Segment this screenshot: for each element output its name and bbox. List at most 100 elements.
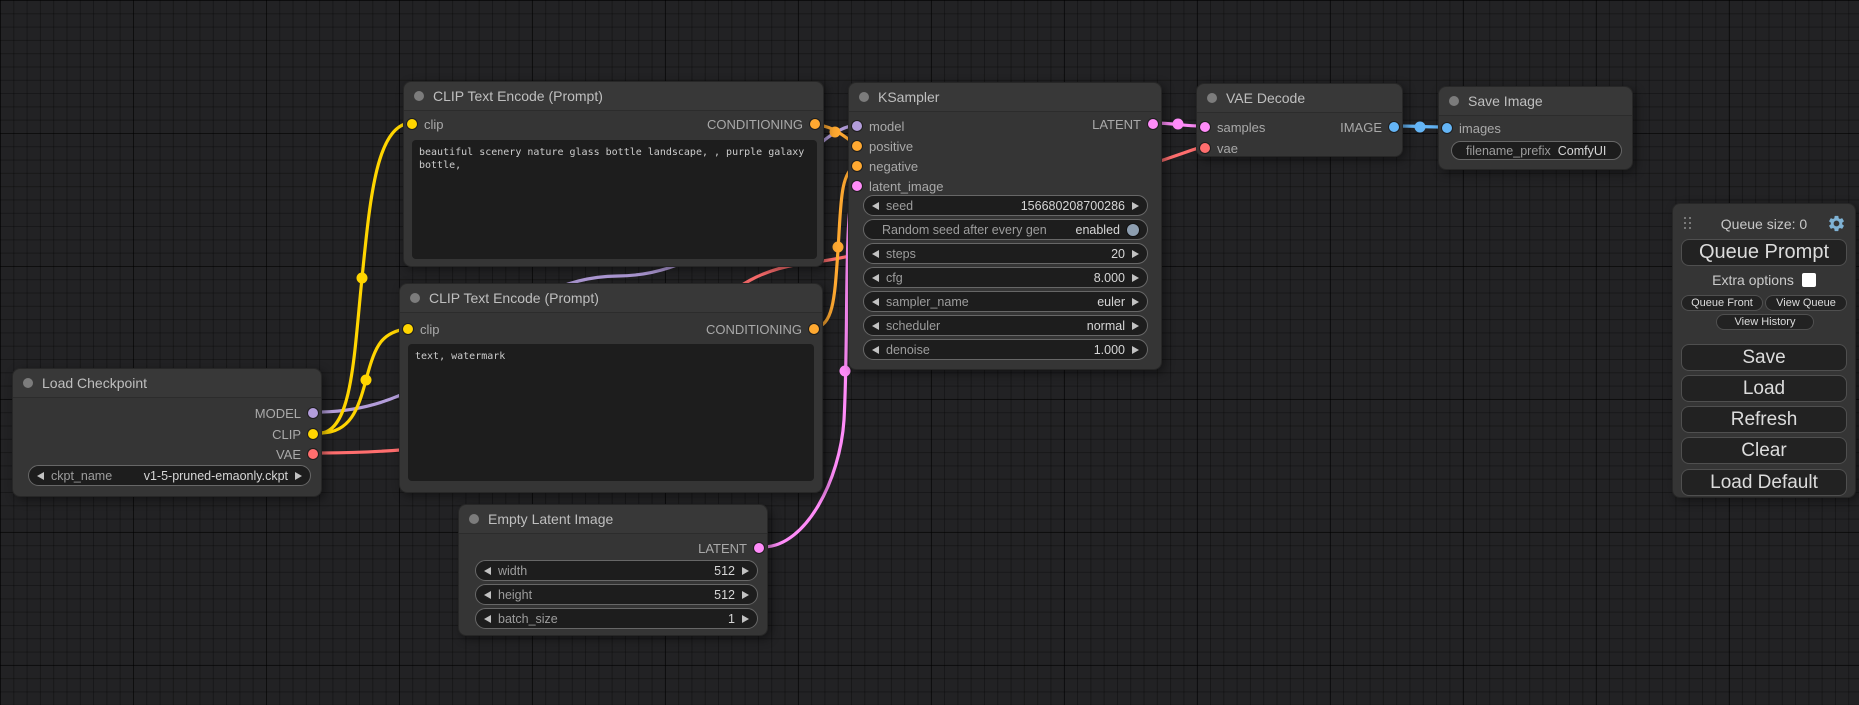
collapse-dot-icon[interactable]: [23, 378, 33, 388]
latent-output-dot[interactable]: [1148, 119, 1158, 129]
node-vae-decode[interactable]: VAE Decode samples vae IMAGE: [1196, 83, 1403, 157]
increment-icon[interactable]: [1132, 346, 1139, 354]
queue-prompt-button[interactable]: Queue Prompt: [1681, 239, 1847, 266]
output-slot-model: MODEL: [255, 403, 318, 423]
batch-size-widget[interactable]: batch_size 1: [475, 608, 758, 629]
node-clip-text-encode-negative[interactable]: CLIP Text Encode (Prompt) clip CONDITION…: [399, 283, 823, 493]
node-title-bar[interactable]: Empty Latent Image: [459, 505, 767, 534]
save-button[interactable]: Save: [1681, 344, 1847, 371]
collapse-dot-icon[interactable]: [469, 514, 479, 524]
node-title-bar[interactable]: KSampler: [849, 83, 1161, 112]
denoise-widget[interactable]: denoise 1.000: [863, 339, 1148, 360]
collapse-dot-icon[interactable]: [414, 91, 424, 101]
decrement-icon[interactable]: [872, 274, 879, 282]
increment-icon[interactable]: [295, 472, 302, 480]
collapse-dot-icon[interactable]: [410, 293, 420, 303]
increment-icon[interactable]: [742, 591, 749, 599]
decrement-icon[interactable]: [484, 615, 491, 623]
latent-output-dot[interactable]: [754, 543, 764, 553]
sampler-name-widget[interactable]: sampler_name euler: [863, 291, 1148, 312]
filename-prefix-widget[interactable]: filename_prefix ComfyUI: [1451, 141, 1622, 160]
image-output-dot[interactable]: [1389, 122, 1399, 132]
clear-button[interactable]: Clear: [1681, 437, 1847, 464]
view-history-button[interactable]: View History: [1716, 314, 1814, 330]
refresh-button[interactable]: Refresh: [1681, 406, 1847, 433]
clip-input-dot[interactable]: [407, 119, 417, 129]
node-clip-text-encode-positive[interactable]: CLIP Text Encode (Prompt) clip CONDITION…: [403, 81, 824, 267]
collapse-dot-icon[interactable]: [859, 92, 869, 102]
clip-output-dot[interactable]: [308, 429, 318, 439]
widget-value: 8.000: [1094, 271, 1125, 285]
increment-icon[interactable]: [1132, 250, 1139, 258]
node-title-bar[interactable]: CLIP Text Encode (Prompt): [404, 82, 823, 111]
settings-gear-icon[interactable]: [1827, 214, 1846, 233]
collapse-dot-icon[interactable]: [1207, 93, 1217, 103]
decrement-icon[interactable]: [872, 298, 879, 306]
increment-icon[interactable]: [1132, 322, 1139, 330]
model-output-dot[interactable]: [308, 408, 318, 418]
extra-options-label: Extra options: [1712, 272, 1794, 288]
vae-input-dot[interactable]: [1200, 143, 1210, 153]
decrement-icon[interactable]: [484, 567, 491, 575]
input-label: negative: [869, 159, 918, 174]
load-button[interactable]: Load: [1681, 375, 1847, 402]
toggle-enabled-icon[interactable]: [1127, 224, 1139, 236]
queue-front-button[interactable]: Queue Front: [1681, 295, 1763, 311]
latent-image-input-dot[interactable]: [852, 181, 862, 191]
increment-icon[interactable]: [742, 615, 749, 623]
output-label: LATENT: [698, 541, 747, 556]
collapse-dot-icon[interactable]: [1449, 96, 1459, 106]
seed-widget[interactable]: seed 156680208700286: [863, 195, 1148, 216]
node-title: Empty Latent Image: [488, 511, 613, 527]
positive-input-dot[interactable]: [852, 141, 862, 151]
output-label: CONDITIONING: [707, 117, 803, 132]
increment-icon[interactable]: [1132, 202, 1139, 210]
node-title-bar[interactable]: Load Checkpoint: [13, 369, 321, 398]
input-label: model: [869, 119, 904, 134]
vae-output-dot[interactable]: [308, 449, 318, 459]
model-input-dot[interactable]: [852, 121, 862, 131]
prompt-textarea[interactable]: beautiful scenery nature glass bottle la…: [412, 140, 817, 259]
output-slot-latent: LATENT: [1092, 114, 1158, 134]
node-title-bar[interactable]: CLIP Text Encode (Prompt): [400, 284, 822, 313]
extra-options-checkbox[interactable]: [1802, 273, 1816, 287]
widget-label: steps: [886, 247, 916, 261]
decrement-icon[interactable]: [872, 346, 879, 354]
conditioning-output-dot[interactable]: [809, 324, 819, 334]
input-slot-positive: positive: [852, 136, 913, 156]
steps-widget[interactable]: steps 20: [863, 243, 1148, 264]
node-ksampler[interactable]: KSampler LATENT model positive negative …: [848, 82, 1162, 370]
load-default-button[interactable]: Load Default: [1681, 469, 1847, 496]
random-seed-widget[interactable]: Random seed after every gen enabled: [863, 219, 1148, 240]
width-widget[interactable]: width 512: [475, 560, 758, 581]
images-input-dot[interactable]: [1442, 123, 1452, 133]
negative-input-dot[interactable]: [852, 161, 862, 171]
node-title: Load Checkpoint: [42, 375, 147, 391]
widget-label: ckpt_name: [51, 469, 112, 483]
widget-label: seed: [886, 199, 913, 213]
increment-icon[interactable]: [1132, 274, 1139, 282]
conditioning-output-dot[interactable]: [810, 119, 820, 129]
decrement-icon[interactable]: [872, 202, 879, 210]
increment-icon[interactable]: [742, 567, 749, 575]
decrement-icon[interactable]: [484, 591, 491, 599]
decrement-icon[interactable]: [872, 322, 879, 330]
node-title-bar[interactable]: Save Image: [1439, 87, 1632, 116]
decrement-icon[interactable]: [37, 472, 44, 480]
node-empty-latent-image[interactable]: Empty Latent Image LATENT width 512 heig…: [458, 504, 768, 636]
samples-input-dot[interactable]: [1200, 122, 1210, 132]
view-queue-button[interactable]: View Queue: [1765, 295, 1847, 311]
height-widget[interactable]: height 512: [475, 584, 758, 605]
node-title-bar[interactable]: VAE Decode: [1197, 84, 1402, 113]
ckpt-name-widget[interactable]: ckpt_name v1-5-pruned-emaonly.ckpt: [28, 465, 311, 486]
cfg-widget[interactable]: cfg 8.000: [863, 267, 1148, 288]
clip-input-dot[interactable]: [403, 324, 413, 334]
decrement-icon[interactable]: [872, 250, 879, 258]
increment-icon[interactable]: [1132, 298, 1139, 306]
node-save-image[interactable]: Save Image images filename_prefix ComfyU…: [1438, 86, 1633, 170]
scheduler-widget[interactable]: scheduler normal: [863, 315, 1148, 336]
widget-label: denoise: [886, 343, 930, 357]
node-load-checkpoint[interactable]: Load Checkpoint MODEL CLIP VAE ckpt_name…: [12, 368, 322, 497]
output-slot-conditioning: CONDITIONING: [707, 114, 820, 134]
prompt-textarea[interactable]: text, watermark: [408, 344, 814, 481]
